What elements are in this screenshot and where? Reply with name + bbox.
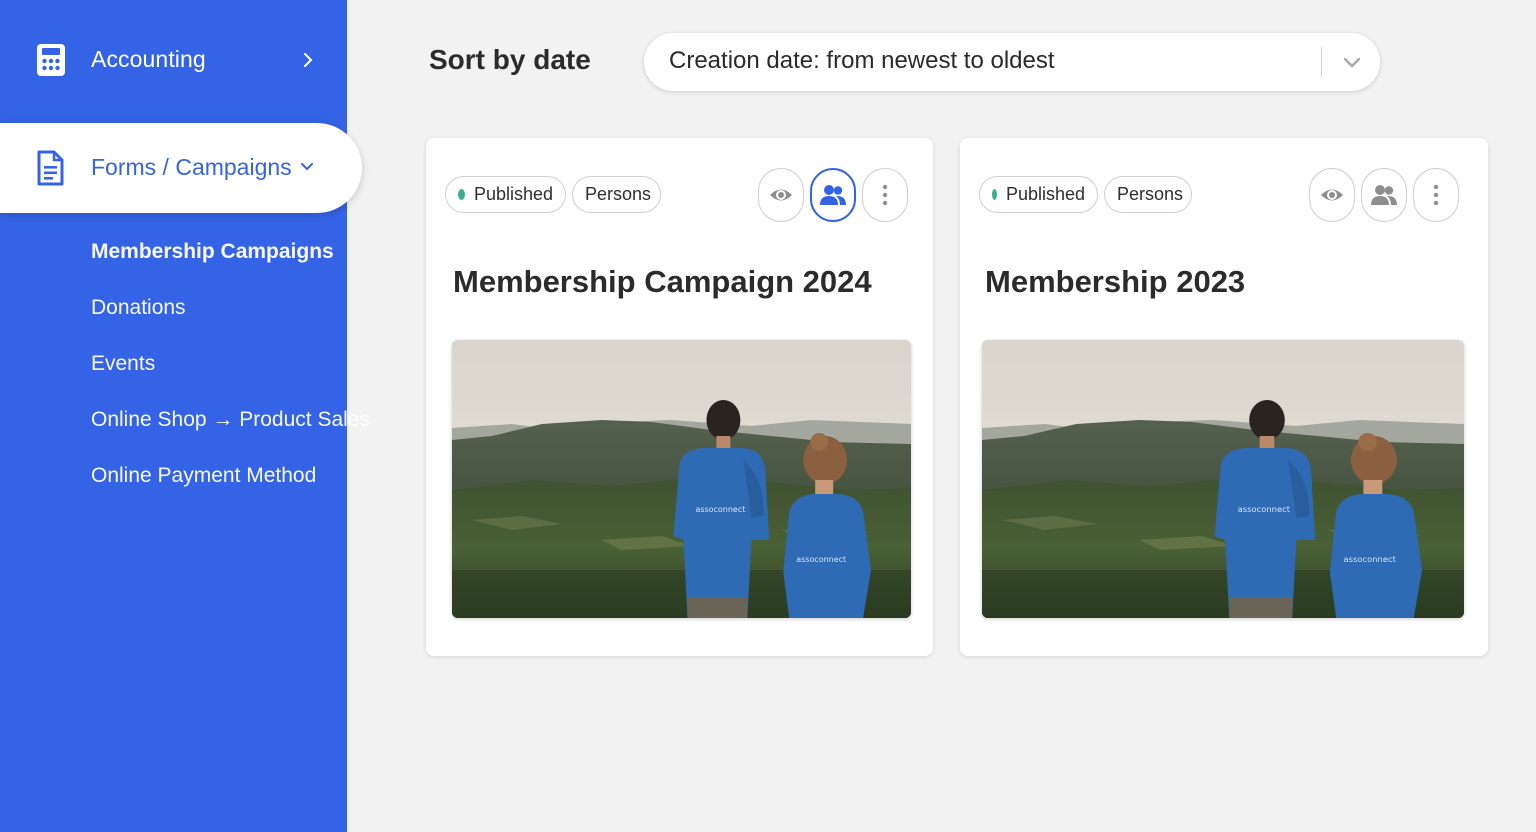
persons-button[interactable] [1361,168,1407,222]
sort-title: Sort by date [429,44,591,75]
shirt-logo: assoconnect [1344,554,1397,564]
users-icon [1371,185,1397,205]
status-badge: Published [979,176,1098,213]
audience-badge: Persons [1104,176,1192,213]
shirt-logo: assoconnect [796,555,846,564]
sidebar-subitem-online-payment[interactable]: Online Payment Method [91,460,370,516]
status-badge: Published [445,176,566,213]
sidebar-subitem-events[interactable]: Events [91,348,370,404]
sidebar-item-forms-campaigns[interactable]: Forms / Campaigns [0,123,362,213]
more-vertical-icon [882,184,888,206]
chevron-down-icon [1343,57,1361,68]
more-options-button[interactable] [862,168,908,222]
sidebar-subitem-online-shop[interactable]: Online Shop → Product Sales [91,404,370,460]
card-title: Membership 2023 [985,264,1246,299]
campaign-cover-image: assoconnect assoconnect [452,340,911,618]
chevron-right-icon [304,53,313,67]
card-title: Membership Campaign 2024 [453,264,872,299]
sidebar-subnav: Membership Campaigns Donations Events On… [91,236,370,516]
eye-icon [1321,189,1343,201]
calculator-icon [37,44,65,76]
sidebar-item-label: Accounting [91,46,206,72]
sidebar-item-label: Forms / Campaigns [91,154,292,180]
sort-selected-value: Creation date: from newest to oldest [669,47,1055,74]
campaign-card[interactable]: Published Persons Membership 2023 assoco… [960,138,1488,656]
preview-button[interactable] [1309,168,1355,222]
audience-badge: Persons [572,176,661,213]
published-dot [458,189,465,200]
published-dot [992,189,997,200]
status-badge-label: Published [1005,184,1085,204]
status-badge-label: Published [473,184,553,204]
select-divider [1321,47,1322,77]
sidebar-subitem-membership-campaigns[interactable]: Membership Campaigns [91,236,370,292]
more-options-button[interactable] [1413,168,1459,222]
users-icon [820,185,846,205]
document-icon [37,150,64,186]
persons-button[interactable] [810,168,856,222]
shirt-logo: assoconnect [1238,504,1291,514]
sidebar: Accounting Forms / Campaigns Membership … [0,0,370,832]
campaign-cover-image: assoconnect assoconnect [982,340,1464,618]
preview-button[interactable] [758,168,804,222]
shirt-logo: assoconnect [695,505,745,514]
eye-icon [770,189,792,201]
sidebar-subitem-donations[interactable]: Donations [91,292,370,348]
audience-badge-label: Persons [585,184,652,204]
sort-select[interactable]: Creation date: from newest to oldest [644,33,1380,91]
chevron-down-icon [301,163,313,171]
sidebar-item-accounting[interactable]: Accounting [0,22,347,98]
more-vertical-icon [1433,184,1439,206]
campaign-card[interactable]: Published Persons Membership Campaign 20… [426,138,933,656]
audience-badge-label: Persons [1117,184,1184,204]
